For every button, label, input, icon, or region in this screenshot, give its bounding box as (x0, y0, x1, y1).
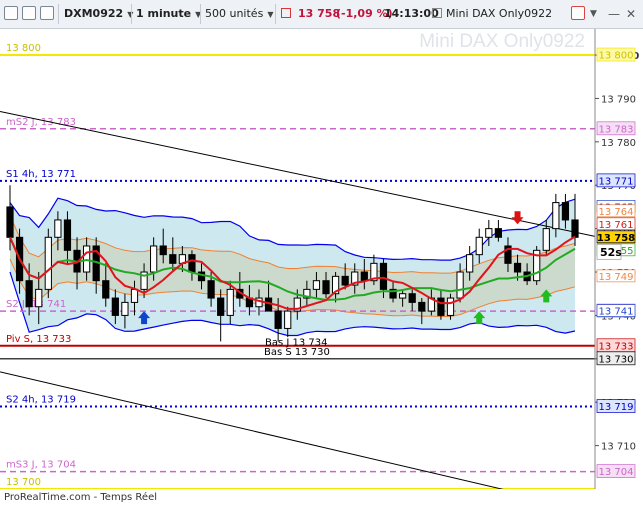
candle-body (475, 236, 483, 256)
level-label: S2 4h, 13 719 (6, 395, 76, 406)
candle-body (274, 310, 282, 329)
candle-body (466, 254, 474, 273)
candle-body (226, 288, 234, 316)
axis-tick-label: 13 780 (601, 138, 636, 149)
candle-body (360, 271, 368, 282)
level-label: mS2 J, 13 783 (6, 117, 76, 128)
candle-body (159, 245, 167, 256)
indicator-price-tag-label: 13 749 (599, 272, 634, 283)
close-icon[interactable]: ✕ (626, 5, 636, 23)
candle-body (322, 280, 330, 295)
candle-body (130, 288, 139, 303)
quote-time: 14:13:00 (384, 7, 439, 20)
refresh-icon[interactable] (571, 6, 585, 20)
candle-body (44, 236, 52, 290)
candle-body (446, 297, 455, 316)
more-options-icon[interactable]: ▼ (590, 5, 597, 23)
instrument-name: Mini DAX Only0922 (446, 7, 553, 20)
candle-body (284, 310, 292, 329)
candle-body (150, 245, 158, 273)
candle-body (207, 280, 215, 299)
candle-body (513, 262, 522, 273)
ticker-select[interactable]: DXM0922▼ (64, 5, 133, 23)
toolbar-separator (200, 4, 201, 24)
candle-body (217, 297, 225, 316)
units-label: 500 unités (205, 7, 264, 20)
ticker-label: DXM0922 (64, 7, 124, 20)
level-price-tag-label: 13 704 (599, 467, 634, 478)
tools-icon[interactable] (40, 6, 54, 20)
chevron-down-icon: ▼ (267, 10, 274, 19)
last-price: 13 758 (298, 7, 341, 20)
countdown-timer: 52s (600, 246, 622, 259)
candle-body (552, 202, 560, 230)
candle-body (571, 219, 579, 238)
candle-body (437, 297, 445, 316)
interval-select[interactable]: 1 minute ▼ (136, 5, 201, 23)
indicator-price-tag-label: 13 741 (599, 307, 634, 318)
toolbar-separator (131, 4, 132, 24)
candle-body (542, 228, 550, 251)
instrument-icon (432, 8, 442, 18)
axis-tick-label: 13 710 (601, 442, 636, 453)
candle-body (188, 254, 196, 273)
chart-watermark: Mini DAX Only0922 (419, 31, 585, 52)
level-label: Piv S, 13 733 (6, 334, 71, 345)
units-select[interactable]: 500 unités ▼ (205, 5, 273, 23)
indicator-price-tag-label: 13 761 (599, 220, 634, 231)
level-label: mS3 J, 13 704 (6, 460, 76, 471)
candle-body (485, 228, 493, 238)
price-chart[interactable]: Mini DAX Only0922 13 800 13 800 mS2 J, 13 7… (0, 29, 643, 489)
candle-body (111, 297, 119, 316)
candle-body (456, 271, 464, 299)
indicator-price-tag-label: 13 758 (597, 233, 635, 244)
candle-body (341, 275, 349, 286)
interval-label: 1 minute (136, 7, 192, 20)
toolbar-separator (58, 4, 59, 24)
candle-body (102, 280, 110, 299)
level-price-tag-label: 13 719 (599, 402, 634, 413)
annotation-label: Bas J 13 734 (265, 337, 328, 348)
level-label: 13 800 (6, 43, 41, 54)
settings-icon[interactable] (4, 6, 18, 20)
candle-body (399, 293, 407, 299)
level-label: S1 4h, 13 771 (6, 169, 76, 180)
candle-body (54, 219, 62, 238)
sell-signal-arrow-icon (511, 211, 524, 225)
candle-body (35, 288, 43, 308)
link-icon[interactable] (22, 6, 36, 20)
candle-body (6, 206, 14, 238)
level-label: Bas S 13 730 (264, 347, 330, 358)
footer-credit: ProRealTime.com - Temps Réel (4, 492, 158, 503)
candle-body (418, 301, 426, 312)
level-price-tag-label: 13 771 (599, 176, 634, 187)
price-down-indicator-icon (281, 8, 291, 18)
toolbar-separator (275, 4, 276, 24)
candle-body (121, 301, 129, 316)
level-price-tag-label: 13 800 (599, 51, 634, 62)
candle-body (379, 262, 388, 290)
chart-toolbar: DXM0922▼ 1 minute▼ 500 unités▼ 13 758 (-… (0, 0, 643, 29)
minimize-icon[interactable]: — (608, 5, 620, 23)
level-label: 13 700 (6, 477, 41, 488)
candle-body (312, 280, 321, 290)
candle-body (408, 293, 416, 303)
candle-body (63, 219, 72, 251)
level-price-tag-label: 13 733 (599, 341, 634, 352)
candle-body (561, 202, 570, 221)
axis-tick-label: 13 790 (601, 94, 636, 105)
candle-body (169, 254, 177, 264)
indicator-price-tag-label: 13 764 (599, 207, 634, 218)
candle-body (25, 280, 33, 308)
candle-body (494, 228, 503, 238)
level-price-tag-label: 13 783 (599, 124, 634, 135)
level-price-tag-label: 13 730 (599, 354, 634, 365)
